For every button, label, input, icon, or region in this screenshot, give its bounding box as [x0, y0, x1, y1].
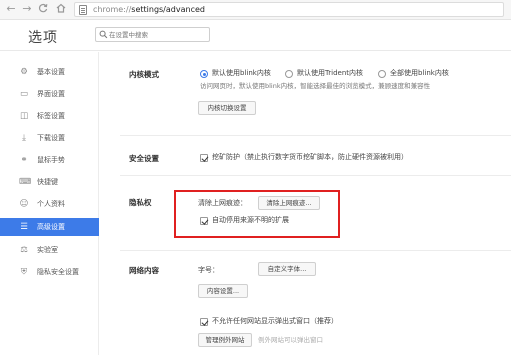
- sidebar: ⚙ 基本设置 ▭ 界面设置 ◫ 标签设置 ⤓ 下载设置 ⚭ 鼠标手势 ⌨ 快捷键…: [0, 52, 99, 355]
- browser-toolbar: ← → chrome://settings/advanced: [0, 0, 511, 20]
- sidebar-item-mouse-gestures[interactable]: ⚭ 鼠标手势: [0, 151, 99, 169]
- block-popups-checkbox[interactable]: [200, 318, 208, 326]
- exceptions-note: 例外网站可以弹出窗口: [258, 336, 323, 344]
- arrow-left-icon[interactable]: ←: [5, 3, 17, 15]
- arrow-right-icon[interactable]: →: [21, 3, 33, 15]
- clear-history-label: 清除上网痕迹：: [198, 199, 247, 207]
- kernel-switch-button[interactable]: 内核切换设置: [198, 101, 256, 115]
- settings-header: 选项: [0, 21, 511, 51]
- clear-history-button[interactable]: 清除上网痕迹...: [258, 196, 320, 210]
- section-divider: [120, 135, 511, 136]
- kernel-option-blink-radio[interactable]: [200, 70, 208, 78]
- sidebar-item-label: 高级设置: [37, 223, 65, 231]
- url-text: chrome://settings/advanced: [93, 5, 205, 14]
- sidebar-item-label: 下载设置: [37, 134, 65, 142]
- kernel-option-label: 全部使用blink内核: [390, 69, 449, 77]
- search-box[interactable]: [95, 27, 210, 42]
- security-section-title: 安全设置: [129, 154, 159, 163]
- sidebar-item-label: 隐私安全设置: [37, 268, 79, 276]
- privacy-section-title: 隐私权: [129, 198, 152, 207]
- mining-protection-checkbox[interactable]: [200, 154, 208, 162]
- block-popups-label: 不允许任何网站显示弹出式窗口（推荐）: [212, 317, 338, 325]
- sidebar-item-label: 快捷键: [37, 178, 58, 186]
- advanced-icon: ☰: [20, 222, 28, 232]
- kernel-option-label: 默认使用blink内核: [212, 69, 271, 77]
- manage-exceptions-button[interactable]: 管理例外网站: [198, 333, 252, 347]
- content-settings-button[interactable]: 内容设置...: [198, 284, 248, 298]
- sidebar-item-profile[interactable]: ☺ 个人资料: [0, 195, 99, 213]
- tag-icon: ◫: [19, 111, 29, 121]
- sidebar-item-download[interactable]: ⤓ 下载设置: [0, 129, 99, 147]
- sidebar-item-tabs[interactable]: ◫ 标签设置: [0, 107, 99, 125]
- sidebar-item-label: 标签设置: [37, 112, 65, 120]
- auto-disable-extensions-checkbox[interactable]: [200, 217, 208, 225]
- mouse-icon: ⚭: [20, 155, 28, 165]
- sidebar-item-label: 基本设置: [37, 68, 65, 76]
- section-divider: [120, 175, 511, 176]
- shield-icon: ⛨: [20, 267, 28, 277]
- auto-disable-extensions-label: 自动停用来源不明的扩展: [212, 216, 289, 224]
- web-content-section-title: 网络内容: [129, 266, 159, 275]
- sidebar-item-advanced[interactable]: ☰ 高级设置: [0, 218, 99, 236]
- sidebar-item-label: 鼠标手势: [37, 156, 65, 164]
- address-bar[interactable]: chrome://settings/advanced: [74, 2, 504, 17]
- gear-icon: ⚙: [20, 67, 28, 77]
- sidebar-item-shortcuts[interactable]: ⌨ 快捷键: [0, 173, 99, 191]
- person-icon: ☺: [19, 199, 29, 209]
- flask-icon: ⚖: [20, 245, 28, 255]
- kernel-description: 访问网页时，默认使用blink内核，智能选择最佳的浏览模式，兼顾速度和兼容性: [200, 82, 431, 90]
- search-input[interactable]: [109, 29, 207, 40]
- download-icon: ⤓: [22, 133, 26, 143]
- sidebar-item-label: 实验室: [37, 246, 58, 254]
- section-divider: [120, 250, 511, 251]
- sidebar-item-basic[interactable]: ⚙ 基本设置: [0, 63, 99, 81]
- sidebar-item-labs[interactable]: ⚖ 实验室: [0, 241, 99, 259]
- kernel-option-all-blink-radio[interactable]: [378, 70, 386, 78]
- sidebar-item-interface[interactable]: ▭ 界面设置: [0, 85, 99, 103]
- keyboard-icon: ⌨: [19, 177, 32, 187]
- kernel-section-title: 内核模式: [129, 70, 159, 79]
- font-size-label: 字号：: [198, 266, 219, 274]
- settings-content: 内核模式 默认使用blink内核 默认使用Trident内核 全部使用blink…: [100, 52, 511, 355]
- kernel-option-label: 默认使用Trident内核: [297, 69, 364, 77]
- mining-protection-label: 挖矿防护（禁止执行数字货币挖矿脚本，防止硬件资源被利用）: [212, 153, 408, 161]
- sidebar-item-privacy-security[interactable]: ⛨ 隐私安全设置: [0, 263, 99, 281]
- reload-icon[interactable]: [37, 3, 49, 15]
- page-icon: [79, 5, 87, 15]
- custom-font-button[interactable]: 自定义字体...: [258, 262, 316, 276]
- search-icon: [99, 30, 108, 39]
- sidebar-item-label: 界面设置: [37, 90, 65, 98]
- sidebar-item-label: 个人资料: [37, 200, 65, 208]
- home-icon[interactable]: [55, 3, 67, 15]
- monitor-icon: ▭: [19, 89, 29, 99]
- kernel-option-trident-radio[interactable]: [285, 70, 293, 78]
- page-title: 选项: [28, 30, 58, 46]
